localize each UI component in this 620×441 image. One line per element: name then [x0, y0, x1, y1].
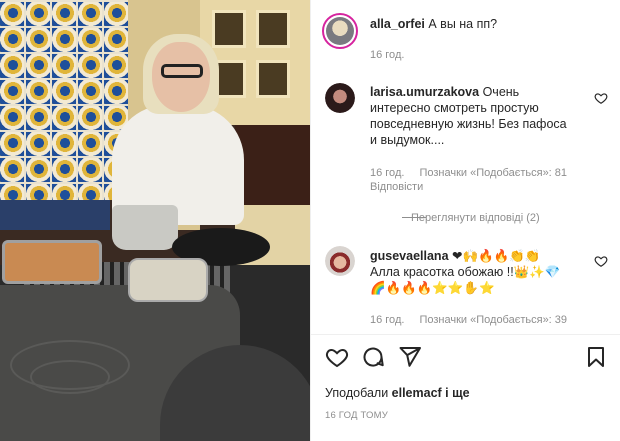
cabinet-pane [212, 10, 246, 48]
comment-likes[interactable]: Позначки «Подобається»: 81 [419, 167, 567, 179]
glass-bowl [128, 258, 208, 302]
tile-band [0, 200, 110, 230]
comment-emoji: 🌈🔥🔥🔥⭐⭐✋⭐ [370, 281, 495, 295]
heart-icon[interactable] [325, 345, 349, 369]
comment-time: 16 год. [370, 314, 405, 326]
comment-line: повседневную жизнь! Без пафоса [370, 117, 567, 131]
share-icon[interactable] [398, 345, 422, 369]
post-caption: А вы на пп? [428, 17, 498, 31]
commenter-username[interactable]: gusevaellana [370, 249, 449, 263]
post-photo[interactable] [0, 0, 310, 441]
comment-line: интересно смотреть простую [370, 101, 539, 115]
heart-icon[interactable] [594, 254, 608, 268]
bookmark-icon[interactable] [584, 345, 608, 369]
reply-link[interactable]: Відповісти [370, 179, 423, 195]
cabinet-pane [256, 60, 290, 98]
post-time: 16 год. [370, 49, 405, 61]
tile-wall [0, 0, 128, 200]
commenter-avatar[interactable] [325, 246, 355, 276]
cabinet-pane [256, 10, 290, 48]
snack-tray [2, 240, 102, 284]
author-avatar[interactable] [322, 13, 358, 49]
avatar-image [325, 83, 355, 113]
comment-icon[interactable] [361, 345, 385, 369]
post-caption-line: alla_orfei А вы на пп? [370, 16, 497, 32]
view-replies-link[interactable]: Переглянути відповіді (2) [411, 210, 540, 226]
likes-others[interactable]: і ще [445, 386, 469, 400]
commenter-avatar[interactable] [325, 83, 355, 113]
comment-line: Алла красотка обожаю !!👑✨💎 [370, 265, 561, 279]
glasses [161, 64, 203, 78]
avatar-image [325, 246, 355, 276]
liker-username[interactable]: ellemacf [392, 386, 442, 400]
comment-time: 16 год. [370, 167, 405, 179]
avatar-image [326, 17, 354, 45]
actions-divider [310, 334, 620, 335]
comment-text: larisa.umurzakova Очень интересно смотре… [370, 84, 582, 148]
cooking-pot [112, 205, 178, 250]
comment-line: Очень [482, 85, 520, 99]
commenter-username[interactable]: larisa.umurzakova [370, 85, 479, 99]
likes-summary: Уподобали ellemacf і ще [325, 385, 470, 401]
comment-emoji: ❤🙌🔥🔥👏👏 [452, 249, 541, 263]
comment-line: и выдумок.... [370, 133, 445, 147]
comment-likes[interactable]: Позначки «Подобається»: 39 [419, 314, 567, 326]
author-username[interactable]: alla_orfei [370, 17, 425, 31]
post-timestamp: 16 ГОД ТОМУ [325, 410, 388, 421]
burner-ring [30, 360, 110, 394]
comment-text: gusevaellana ❤🙌🔥🔥👏👏 Алла красотка обожаю… [370, 248, 585, 296]
likes-prefix: Уподобали [325, 386, 389, 400]
comment-meta: 16 год. Позначки «Подобається»: 39 [370, 312, 567, 328]
heart-icon[interactable] [594, 91, 608, 105]
